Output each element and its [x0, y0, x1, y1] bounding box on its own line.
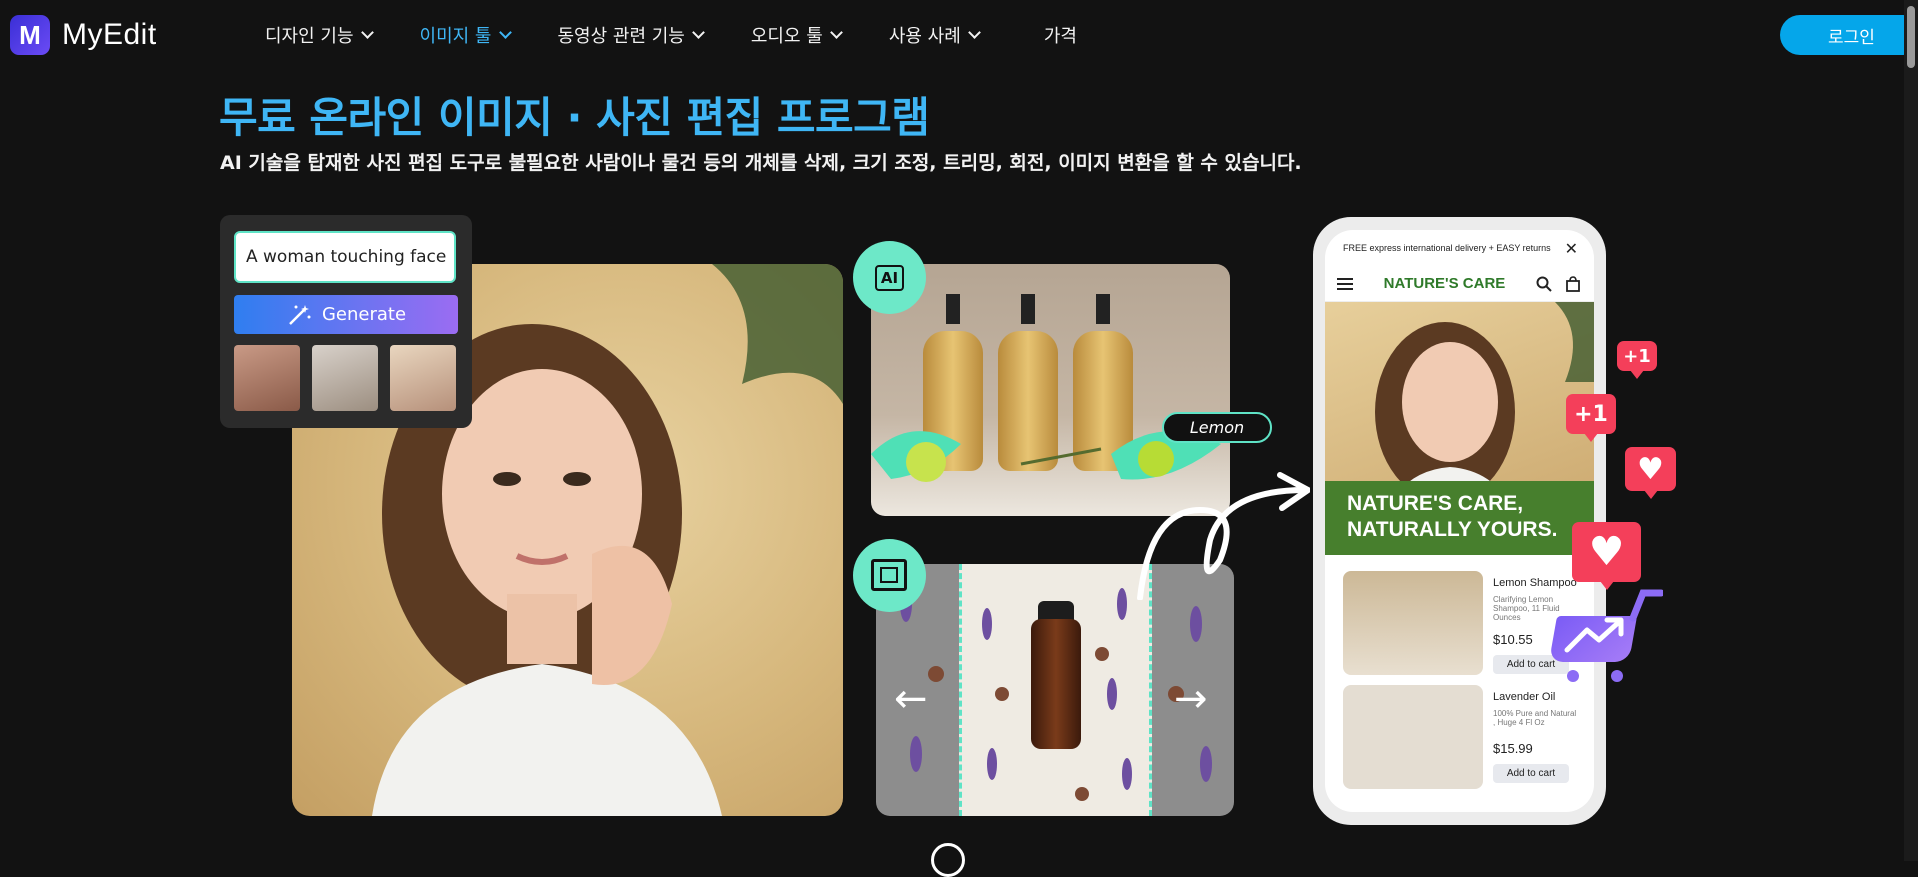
heart-icon: ♥	[1625, 447, 1676, 499]
menu-label: 오디오 툴	[750, 26, 823, 47]
product-image[interactable]	[1343, 571, 1483, 675]
chevron-down-icon	[498, 25, 512, 39]
generated-thumbnail[interactable]	[312, 345, 378, 411]
add-to-cart-button[interactable]: Add to cart	[1493, 764, 1569, 783]
page-scrollbar[interactable]	[1904, 0, 1918, 861]
hero-banner: NATURE'S CARE, NATURALLY YOURS.	[1325, 481, 1594, 555]
inner-frame-shape	[880, 567, 898, 583]
ai-image-icon: AI	[853, 241, 926, 314]
generated-thumbnail[interactable]	[234, 345, 300, 411]
generate-button[interactable]: Generate	[234, 295, 458, 334]
generate-label: Generate	[321, 304, 407, 325]
menu-design-features[interactable]: 디자인 기능	[265, 22, 374, 48]
shop-actions	[1536, 275, 1580, 292]
ai-badge-label: AI	[874, 264, 905, 291]
cart-wheel-shape	[1611, 670, 1623, 682]
page-subtitle: AI 기술을 탑재한 사진 편집 도구로 불필요한 사람이나 물건 등의 개체를…	[220, 152, 1302, 174]
phone-mockup: FREE express international delivery + EA…	[1313, 217, 1606, 825]
menu-audio-tools[interactable]: 오디오 툴	[750, 22, 843, 48]
main-menu: 디자인 기능 이미지 툴 동영상 관련 기능 오디오 툴 사용 사례 가격	[265, 22, 1125, 48]
product-image[interactable]	[1343, 685, 1483, 789]
generated-thumbnails	[234, 345, 456, 411]
search-icon[interactable]	[1536, 276, 1552, 292]
plus-one-badge: +1	[1617, 341, 1657, 379]
menu-pricing[interactable]: 가격	[1044, 22, 1077, 48]
chevron-down-icon	[829, 25, 843, 39]
shop-brand[interactable]: NATURE'S CARE	[1384, 275, 1506, 292]
prompt-input[interactable]: A woman touching face	[234, 231, 456, 283]
top-nav: M MyEdit 디자인 기능 이미지 툴 동영상 관련 기능 오디오 툴 사용…	[0, 0, 1918, 70]
object-tag-lemon[interactable]: Lemon	[1162, 412, 1272, 443]
shop-header: NATURE'S CARE	[1325, 266, 1594, 302]
menu-use-cases[interactable]: 사용 사례	[888, 22, 981, 48]
myedit-logo[interactable]: M MyEdit	[10, 15, 157, 55]
arrow-right-icon[interactable]: →	[1174, 676, 1208, 722]
menu-label: 디자인 기능	[265, 26, 354, 47]
magic-wand-icon	[289, 304, 311, 325]
text-to-image-panel: A woman touching face Generate	[220, 215, 472, 428]
scroll-down-icon[interactable]	[931, 843, 965, 877]
chevron-down-icon	[692, 25, 705, 39]
menu-label: 사용 사례	[888, 26, 961, 47]
product-price: $15.99	[1493, 741, 1533, 756]
logo-text: MyEdit	[62, 18, 157, 51]
curly-arrow-icon	[1137, 472, 1310, 600]
crop-selection-area[interactable]	[959, 564, 1152, 816]
menu-label: 가격	[1043, 26, 1077, 47]
product-card: Lavender Oil 100% Pure and Natural , Hug…	[1325, 669, 1594, 789]
product-description: 100% Pure and Natural , Huge 4 Fl Oz	[1493, 709, 1577, 727]
cart-wheel-shape	[1567, 670, 1579, 682]
hamburger-menu-icon[interactable]	[1337, 277, 1353, 291]
close-icon[interactable]: ✕	[1565, 239, 1578, 259]
oil-bottle-shape	[1031, 619, 1081, 749]
menu-label: 이미지 툴	[419, 26, 492, 47]
menu-label: 동영상 관련 기능	[557, 26, 685, 47]
arrow-left-icon[interactable]: ←	[894, 676, 928, 722]
promo-bar: FREE express international delivery + EA…	[1325, 230, 1594, 266]
plus-one-badge: +1	[1566, 394, 1616, 442]
product-info: Lavender Oil 100% Pure and Natural , Hug…	[1493, 685, 1577, 783]
menu-image-tools[interactable]: 이미지 툴	[419, 22, 512, 48]
shopping-cart-icon	[1548, 588, 1663, 682]
chevron-down-icon	[360, 25, 374, 39]
chevron-down-icon	[967, 25, 981, 39]
growth-arrow-icon	[1564, 589, 1663, 653]
shop-hero-image: NATURE'S CARE, NATURALLY YOURS.	[1325, 302, 1594, 555]
page-title: 무료 온라인 이미지 · 사진 편집 프로그램	[219, 93, 930, 142]
login-button[interactable]: 로그인	[1780, 15, 1918, 55]
lavender-oil-image: ← →	[876, 564, 1234, 816]
promo-text: FREE express international delivery + EA…	[1343, 243, 1551, 253]
scrollbar-thumb[interactable]	[1907, 6, 1915, 68]
phone-screen: FREE express international delivery + EA…	[1325, 230, 1594, 812]
banner-line: NATURE'S CARE,	[1347, 492, 1524, 515]
shopping-bag-icon[interactable]	[1566, 275, 1580, 292]
logo-icon: M	[10, 15, 50, 55]
heart-icon: ♥	[1572, 522, 1641, 590]
menu-video-features[interactable]: 동영상 관련 기능	[557, 22, 705, 48]
product-name[interactable]: Lavender Oil	[1493, 691, 1577, 703]
generated-thumbnail[interactable]	[390, 345, 456, 411]
banner-line: NATURALLY YOURS.	[1347, 518, 1558, 541]
crop-expand-icon	[853, 539, 926, 612]
